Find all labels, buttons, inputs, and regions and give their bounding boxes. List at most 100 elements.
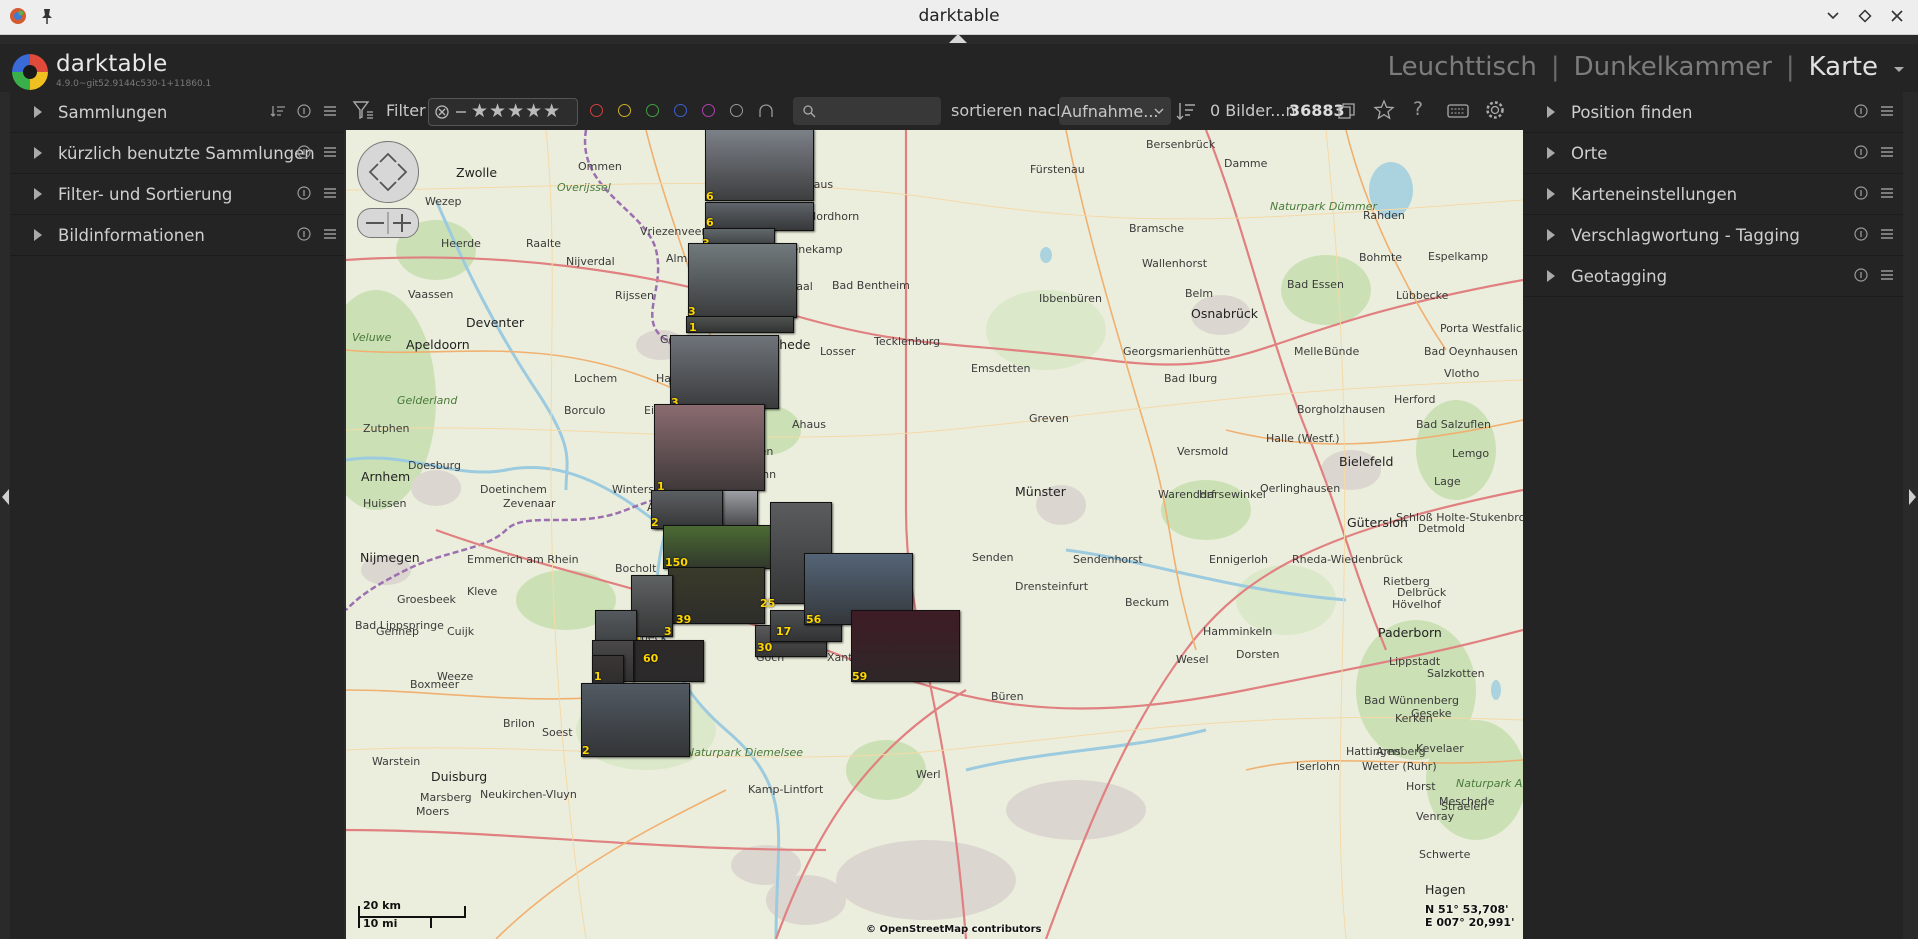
views-dropdown-icon[interactable] [1892, 62, 1906, 76]
minimize-button[interactable] [1822, 4, 1844, 28]
module-map-settings[interactable]: Karteneinstellungen [1523, 174, 1903, 215]
keyboard-shortcuts-icon[interactable] [1446, 101, 1470, 121]
map-place-label: Rahden [1363, 209, 1405, 222]
map-place-label: Bad Iburg [1164, 372, 1218, 385]
module-locations[interactable]: Orte [1523, 133, 1903, 174]
sort-icon[interactable] [270, 103, 286, 119]
view-switcher: Leuchttisch | Dunkelkammer | Karte [1388, 52, 1878, 82]
module-tagging[interactable]: Verschlagwortung - Tagging [1523, 215, 1903, 256]
module-label: Filter- und Sortierung [58, 184, 233, 204]
photo-cluster-count: 25 [760, 597, 776, 610]
reset-icon[interactable] [1853, 185, 1869, 201]
photo-cluster-count: 1 [689, 321, 697, 334]
module-image-information[interactable]: Bildinformationen [10, 215, 344, 256]
photo-cluster-thumbnail[interactable] [670, 335, 779, 409]
module-geotagging[interactable]: Geotagging [1523, 256, 1903, 297]
reset-icon[interactable] [296, 226, 312, 242]
module-label: Bildinformationen [58, 225, 205, 245]
module-collections[interactable]: Sammlungen [10, 92, 344, 133]
presets-menu-icon[interactable] [322, 226, 338, 242]
purple-label-filter[interactable] [702, 104, 715, 117]
filter-icon[interactable] [351, 98, 375, 122]
reset-icon[interactable] [1853, 144, 1869, 160]
photo-cluster-thumbnail[interactable] [688, 243, 797, 318]
photo-cluster-count: 17 [776, 625, 792, 638]
map-place-label: Espelkamp [1428, 250, 1489, 263]
photo-cluster-thumbnail[interactable] [581, 683, 690, 757]
map-view[interactable]: BersenbrückOmmenNeuenhausFürstenauDammeZ… [346, 130, 1523, 939]
module-label: kürzlich benutzte Sammlungen [58, 143, 315, 163]
map-place-label: Apeldoorn [406, 337, 470, 352]
map-place-label: Vriezenveen [640, 225, 709, 238]
map-place-label: Belm [1185, 287, 1214, 300]
top-panel-toggle-arrow[interactable] [949, 34, 967, 43]
module-find-location[interactable]: Position finden [1523, 92, 1903, 133]
not-rated-icon[interactable] [453, 104, 469, 120]
gear-icon[interactable] [1484, 99, 1506, 121]
map-place-label: Detmold [1418, 522, 1466, 535]
module-label: Geotagging [1571, 266, 1668, 286]
map-pan-control[interactable] [357, 141, 419, 203]
photo-cluster-thumbnail[interactable] [851, 610, 960, 682]
map-place-label: Bad Wünnenberg [1364, 694, 1459, 707]
view-lighttable[interactable]: Leuchttisch [1388, 52, 1537, 82]
map-place-label: Naturpark Diemelsee [686, 746, 803, 759]
star-overlay-icon[interactable] [1373, 99, 1395, 121]
photo-cluster-thumbnail[interactable] [654, 404, 765, 491]
photo-cluster-thumbnail[interactable] [705, 202, 814, 231]
map-place-label: Bohmte [1359, 251, 1403, 264]
presets-menu-icon[interactable] [322, 103, 338, 119]
label-operator-icon[interactable] [757, 102, 775, 120]
photo-cluster-count: 56 [806, 613, 822, 626]
maximize-button[interactable] [1854, 4, 1876, 28]
presets-menu-icon[interactable] [1879, 226, 1895, 242]
map-place-label: Werl [916, 768, 941, 781]
map-place-label: Warstein [372, 755, 421, 768]
close-button[interactable] [1886, 4, 1908, 28]
photo-cluster-thumbnail[interactable] [651, 490, 723, 529]
expand-arrow-icon [1547, 270, 1555, 282]
view-darkroom[interactable]: Dunkelkammer [1574, 52, 1772, 82]
presets-menu-icon[interactable] [1879, 144, 1895, 160]
module-filter-sort[interactable]: Filter- und Sortierung [10, 174, 344, 215]
map-place-label: Oerlinghausen [1260, 482, 1341, 495]
presets-menu-icon[interactable] [322, 185, 338, 201]
star-rating-icons[interactable]: ★★★★★ [471, 100, 561, 122]
rejected-icon[interactable] [434, 104, 450, 120]
presets-menu-icon[interactable] [1879, 185, 1895, 201]
yellow-label-filter[interactable] [618, 104, 631, 117]
view-map[interactable]: Karte [1809, 52, 1878, 82]
green-label-filter[interactable] [646, 104, 659, 117]
rating-filter[interactable]: ★★★★★ [428, 98, 578, 126]
map-place-label: Marsberg [420, 791, 472, 804]
help-icon[interactable]: ? [1413, 98, 1423, 120]
reset-icon[interactable] [1853, 103, 1869, 119]
reset-icon[interactable] [1853, 267, 1869, 283]
reset-icon[interactable] [296, 185, 312, 201]
map-place-label: Senden [972, 551, 1014, 564]
photo-cluster-thumbnail[interactable] [686, 316, 794, 333]
reset-icon[interactable] [296, 144, 312, 160]
presets-menu-icon[interactable] [322, 144, 338, 160]
sort-dropdown[interactable]: Aufnahme... [1059, 97, 1171, 125]
map-place-label: Borculo [564, 404, 606, 417]
presets-menu-icon[interactable] [1879, 103, 1895, 119]
map-place-label: Naturpark Dümmer [1270, 200, 1378, 213]
reset-icon[interactable] [1853, 226, 1869, 242]
search-input[interactable] [793, 97, 941, 125]
right-panel: Position finden Orte Karteneinstellungen… [1523, 92, 1903, 939]
right-panel-toggle-arrow[interactable] [1906, 487, 1918, 507]
map-place-label: Fürstenau [1030, 163, 1085, 176]
map-place-label: Zwolle [456, 165, 498, 180]
photo-cluster-thumbnail[interactable] [705, 130, 814, 201]
map-zoom-control[interactable] [357, 208, 419, 238]
module-recent-collections[interactable]: kürzlich benutzte Sammlungen [10, 133, 344, 174]
gray-label-filter[interactable] [730, 104, 743, 117]
grouping-icon[interactable] [1337, 101, 1357, 121]
presets-menu-icon[interactable] [1879, 267, 1895, 283]
blue-label-filter[interactable] [674, 104, 687, 117]
map-place-label: Arnsberg [1376, 745, 1426, 758]
sort-order-icon[interactable] [1175, 100, 1197, 122]
red-label-filter[interactable] [590, 104, 603, 117]
reset-icon[interactable] [296, 103, 312, 119]
